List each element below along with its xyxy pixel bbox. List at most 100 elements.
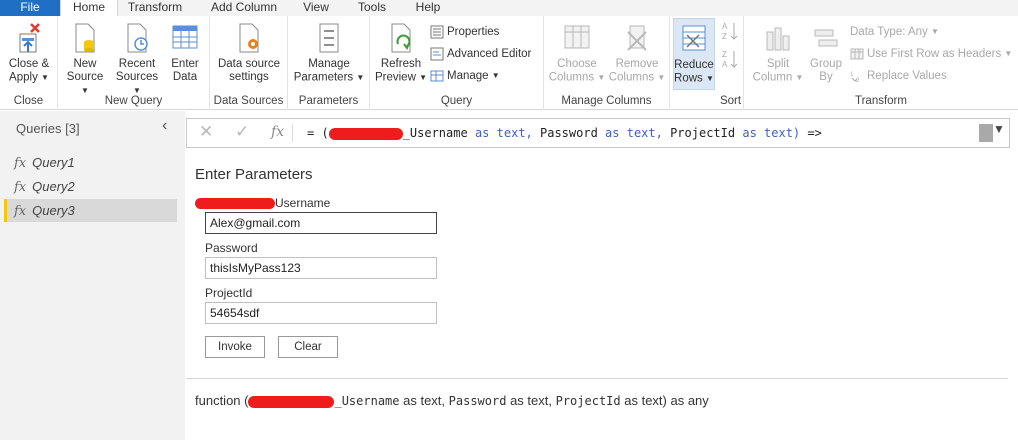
- refresh-preview-label-2: Preview: [374, 71, 416, 84]
- query-item[interactable]: fx Query1: [4, 151, 177, 174]
- signature-param-username: _Username: [334, 394, 400, 408]
- menu-home[interactable]: Home: [60, 0, 118, 16]
- split-column-label: Split: [766, 58, 790, 70]
- data-source-settings-button[interactable]: Data source settings: [214, 18, 284, 84]
- remove-columns-button[interactable]: Remove Columns ▼: [608, 18, 666, 85]
- sort-descending-icon: ZA: [722, 50, 738, 69]
- reduce-rows-label-2: Rows: [674, 72, 703, 85]
- manage-query-button[interactable]: Manage ▼: [430, 66, 500, 86]
- formula-param-projectid: ProjectId: [670, 126, 736, 140]
- chevron-down-icon: ▼: [491, 71, 500, 80]
- function-icon: fx: [14, 156, 27, 171]
- advanced-editor-button[interactable]: Advanced Editor: [430, 44, 531, 64]
- formula-param-username: _Username: [402, 126, 468, 140]
- formula-scrollbar[interactable]: [979, 124, 993, 142]
- signature-param-password: Password: [448, 394, 507, 408]
- sort-ascending-icon: AZ: [722, 22, 738, 41]
- menu-add-column[interactable]: Add Column: [204, 0, 284, 16]
- menu-view[interactable]: View: [298, 0, 334, 16]
- data-type-dropdown[interactable]: Data Type: Any ▼: [850, 22, 939, 42]
- svg-text:Z: Z: [722, 32, 727, 41]
- use-first-row-headers-label: Use First Row as Headers: [867, 48, 1002, 61]
- choose-columns-button[interactable]: Choose Columns ▼: [548, 18, 606, 85]
- signature-text: as text,: [399, 393, 449, 408]
- svg-text:A: A: [722, 22, 728, 31]
- refresh-icon: [391, 23, 411, 53]
- choose-columns-label: Choose: [557, 58, 597, 70]
- sort-ascending-button[interactable]: AZ: [722, 20, 738, 44]
- queries-panel: Queries [3] ‹ fx Query1 fx Query2 fx Query3: [0, 111, 185, 440]
- signature-param-projectid: ProjectId: [555, 394, 621, 408]
- properties-button[interactable]: Properties: [430, 22, 499, 42]
- chevron-down-icon: ▼: [706, 74, 714, 83]
- redaction-mark: [195, 198, 275, 210]
- split-column-icon: [766, 27, 790, 51]
- remove-columns-label-2: Columns: [608, 71, 655, 84]
- invoke-button[interactable]: Invoke: [205, 336, 265, 358]
- group-label-transform: Transform: [855, 95, 907, 107]
- confirm-icon[interactable]: ✓: [235, 122, 249, 142]
- manage-parameters-button[interactable]: Manage Parameters ▼: [292, 18, 366, 85]
- ribbon: Close & Apply ▼ Close New Source ▼ Recen…: [0, 16, 1018, 110]
- new-source-button[interactable]: New Source ▼: [62, 18, 108, 98]
- group-by-icon: [814, 29, 838, 47]
- group-label-query: Query: [440, 95, 473, 107]
- query-item-active[interactable]: fx Query3: [4, 199, 177, 222]
- formula-separator: [292, 124, 293, 142]
- data-source-settings-label-2: settings: [229, 71, 269, 83]
- recent-sources-label-2: Sources: [115, 71, 159, 83]
- close-apply-button[interactable]: Close & Apply ▼: [4, 18, 54, 85]
- replace-values-button[interactable]: 1 2 Replace Values: [850, 66, 947, 86]
- refresh-preview-button[interactable]: Refresh Preview ▼: [374, 18, 428, 85]
- menu-transform[interactable]: Transform: [122, 0, 188, 16]
- menu-file[interactable]: File: [0, 0, 60, 16]
- query-item-label: Query3: [32, 203, 75, 218]
- chevron-down-icon: ▼: [133, 86, 141, 95]
- group-label-close: Close: [13, 95, 44, 107]
- formula-input[interactable]: = (_Username as text, Password as text, …: [307, 126, 822, 140]
- new-source-label: New: [73, 58, 97, 70]
- group-by-label-2: By: [819, 71, 833, 83]
- enter-data-label-2: Data: [172, 71, 198, 83]
- chevron-down-icon[interactable]: ▼: [993, 122, 1005, 136]
- formula-keyword: as: [474, 126, 490, 140]
- chevron-down-icon: ▼: [657, 73, 666, 82]
- enter-data-button[interactable]: Enter Data: [166, 18, 204, 84]
- function-signature: function (_Username as text, Password as…: [195, 393, 709, 408]
- formula-type: text,: [496, 126, 533, 140]
- projectid-input[interactable]: [205, 302, 437, 324]
- menu-help[interactable]: Help: [410, 0, 446, 16]
- username-input[interactable]: [205, 212, 437, 234]
- reduce-rows-label: Reduce: [674, 59, 714, 71]
- use-first-row-headers-button[interactable]: Use First Row as Headers ▼: [850, 44, 1012, 64]
- recent-sources-label: Recent: [118, 58, 156, 70]
- menu-bar: File Home Transform Add Column View Tool…: [0, 0, 1018, 16]
- table-icon: [172, 25, 198, 49]
- chevron-down-icon: ▼: [1004, 49, 1013, 58]
- split-column-button[interactable]: Split Column ▼: [752, 18, 804, 85]
- query-item[interactable]: fx Query2: [4, 175, 177, 198]
- query-item-label: Query2: [32, 179, 75, 194]
- menu-tools[interactable]: Tools: [352, 0, 392, 16]
- chevron-left-icon[interactable]: ‹: [162, 117, 167, 135]
- svg-text:A: A: [722, 60, 728, 69]
- cancel-icon[interactable]: ✕: [199, 122, 213, 142]
- group-label-new-query: New Query: [104, 95, 163, 107]
- username-label-text: Username: [275, 196, 331, 210]
- manage-icon: [430, 70, 444, 82]
- chevron-down-icon: ▼: [931, 27, 939, 36]
- sort-descending-button[interactable]: ZA: [722, 48, 738, 72]
- recent-sources-button[interactable]: Recent Sources ▼: [112, 18, 162, 98]
- group-by-button[interactable]: Group By: [806, 18, 846, 84]
- reduce-rows-button[interactable]: Reduce Rows ▼: [673, 18, 715, 90]
- clear-button[interactable]: Clear: [278, 336, 338, 358]
- new-source-label-2: Source: [66, 71, 104, 83]
- function-insert-icon[interactable]: fx: [271, 124, 284, 140]
- password-input[interactable]: [205, 257, 437, 279]
- properties-label: Properties: [447, 26, 500, 38]
- choose-columns-icon: [564, 25, 590, 49]
- new-source-icon: [75, 23, 95, 53]
- group-new-query: New Source ▼ Recent Sources ▼ Enter Data…: [58, 16, 210, 110]
- group-close: Close & Apply ▼ Close: [0, 16, 58, 110]
- data-source-settings-label: Data source: [217, 58, 280, 70]
